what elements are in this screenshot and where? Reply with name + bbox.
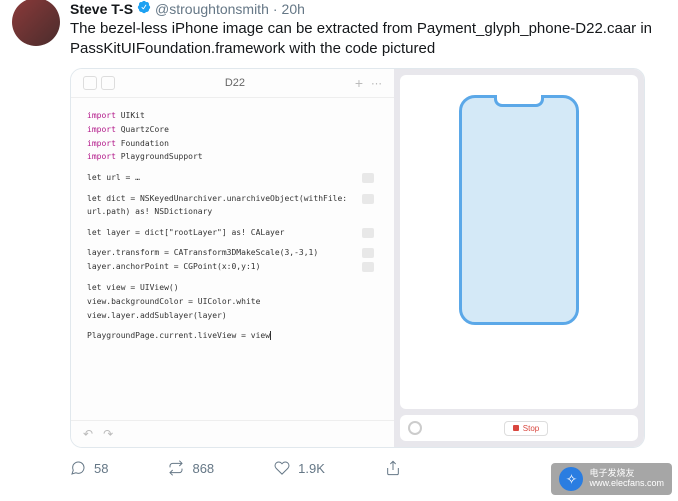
list-view-icon[interactable] (101, 76, 115, 90)
share-icon (385, 460, 401, 476)
reply-count: 58 (94, 461, 108, 476)
tweet-header: Steve T-S @stroughtonsmith · 20h The bez… (12, 0, 666, 58)
editor-toolbar: D22 + ⋯ (71, 69, 394, 98)
tweet-text: The bezel-less iPhone image can be extra… (70, 19, 666, 58)
timestamp[interactable]: 20h (282, 1, 305, 17)
like-count: 1.9K (298, 461, 325, 476)
retweet-button[interactable]: 868 (168, 460, 214, 476)
result-badge (362, 228, 374, 238)
retweet-icon (168, 460, 184, 476)
record-icon[interactable] (408, 421, 422, 435)
redo-icon[interactable]: ↷ (103, 427, 113, 441)
media-attachment[interactable]: D22 + ⋯ import UIKit import QuartzCore i… (70, 68, 645, 448)
text-cursor (270, 331, 271, 340)
share-button[interactable] (385, 460, 401, 476)
heart-icon (274, 460, 290, 476)
phone-notch-shape (494, 95, 544, 107)
menu-icon[interactable]: ⋯ (371, 77, 382, 90)
stop-icon (513, 425, 519, 431)
preview-controls: Stop (400, 415, 638, 441)
retweet-count: 868 (192, 461, 214, 476)
add-icon[interactable]: + (355, 75, 363, 91)
verified-badge-icon (137, 0, 151, 17)
result-badge (362, 262, 374, 272)
result-badge (362, 248, 374, 258)
watermark-url: www.elecfans.com (589, 479, 664, 489)
code-body: import UIKit import QuartzCore import Fo… (71, 98, 394, 420)
phone-outline-shape (459, 95, 579, 325)
editor-footer: ↶ ↷ (71, 420, 394, 447)
avatar[interactable] (12, 0, 60, 46)
separator: · (273, 1, 278, 17)
display-name[interactable]: Steve T-S (70, 1, 133, 17)
reply-button[interactable]: 58 (70, 460, 108, 476)
sidebar-toggle-icon[interactable] (83, 76, 97, 90)
result-badge (362, 194, 374, 204)
editor-title: D22 (115, 77, 355, 89)
preview-panel: Stop (394, 69, 644, 447)
like-button[interactable]: 1.9K (274, 460, 325, 476)
watermark-logo-icon: ✧ (559, 467, 583, 491)
undo-icon[interactable]: ↶ (83, 427, 93, 441)
code-editor-panel: D22 + ⋯ import UIKit import QuartzCore i… (71, 69, 394, 447)
handle[interactable]: @stroughtonsmith (155, 1, 269, 17)
preview-canvas (400, 75, 638, 409)
result-badge (362, 173, 374, 183)
stop-button[interactable]: Stop (504, 421, 548, 436)
reply-icon (70, 460, 86, 476)
watermark: ✧ 电子发烧友 www.elecfans.com (551, 463, 672, 495)
